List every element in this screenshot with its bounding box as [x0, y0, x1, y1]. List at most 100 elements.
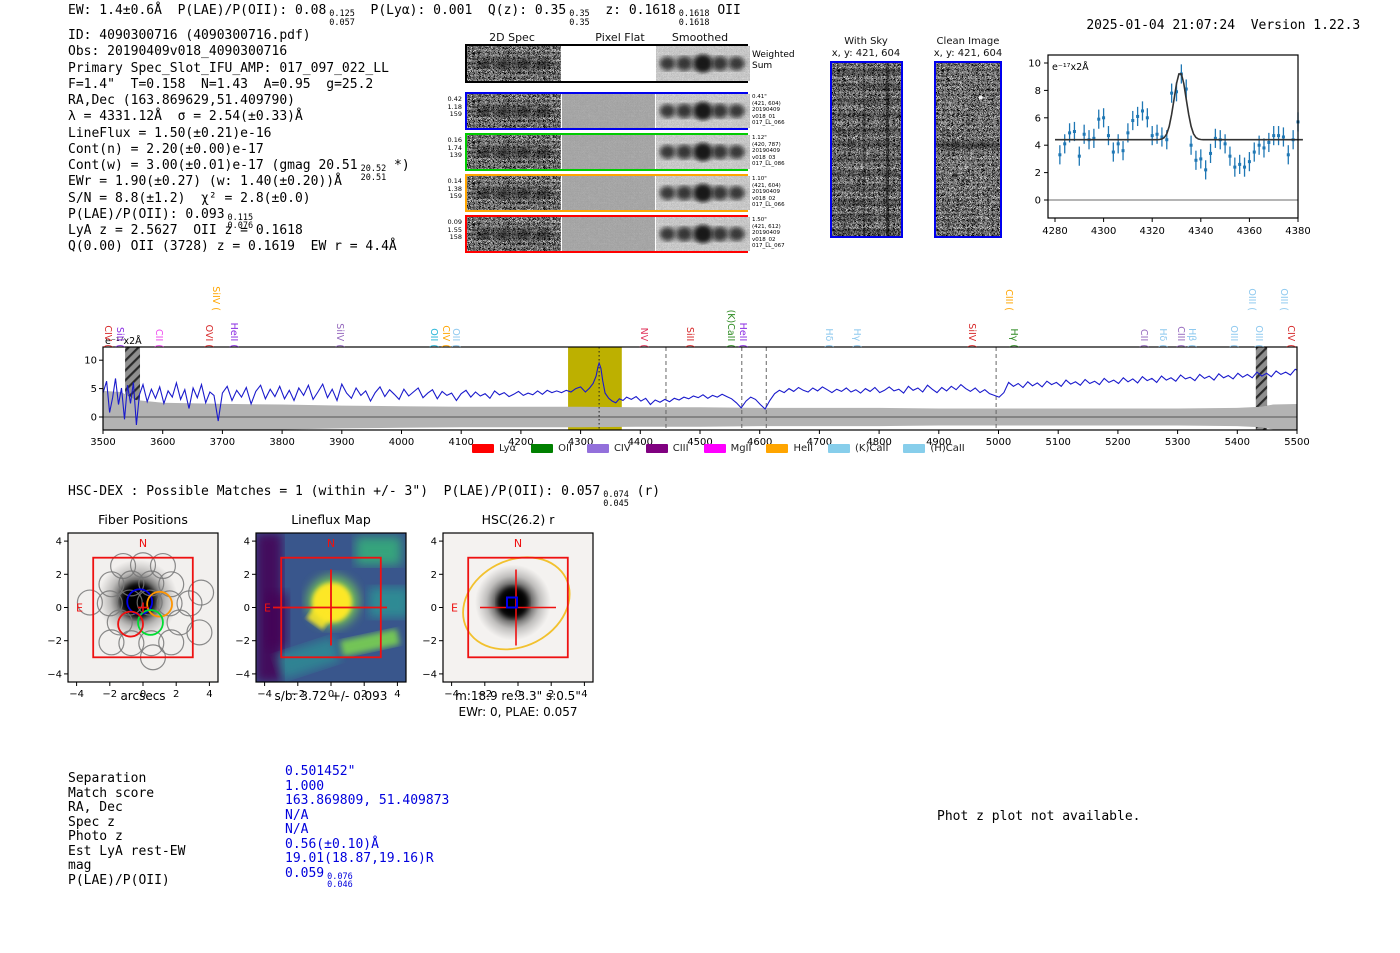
- cutout-row-left-labels: 0.421.18159: [434, 96, 462, 119]
- cutout-row: [465, 92, 748, 130]
- svg-text:2: 2: [244, 570, 250, 581]
- hsc-cutout-panel: −4−4−2−2002244NE: [415, 508, 605, 708]
- cutout-2dspec-image: [467, 46, 561, 81]
- svg-text:−4: −4: [47, 669, 62, 680]
- info-line: Primary Spec_Slot_IFU_AMP: 017_097_022_L…: [68, 61, 410, 77]
- value-range: 0.16180.1618: [679, 10, 710, 27]
- emission-line-label: Hδ (: [1157, 328, 1167, 348]
- info-line: Cont(w) = 3.00(±0.01)e-17 (gmag 20.5120.…: [68, 158, 410, 174]
- emission-line-label: Hγ (: [851, 329, 861, 349]
- match-table-value: 1.000: [285, 779, 324, 794]
- cutout-row-right-labels: 1.12"(420, 787)20190409v018_03017_LL_086: [752, 135, 802, 168]
- cutout-row-right-labels: 1.10"(421, 604)20190409v018_02017_LL_066: [752, 176, 802, 209]
- svg-text:E: E: [264, 602, 271, 615]
- emission-line-label: NV (: [638, 328, 648, 348]
- svg-text:10: 10: [85, 356, 97, 367]
- svg-text:2: 2: [173, 689, 179, 700]
- with-sky-title: With Skyx, y: 421, 604: [832, 36, 901, 60]
- cutout-row-left-labels: 0.141.38159: [434, 178, 462, 201]
- svg-text:0: 0: [56, 603, 62, 614]
- info-line: S/N = 8.8(±1.2) χ² = 2.8(±0.0): [68, 191, 410, 207]
- emission-line-label: OIII (: [1278, 288, 1288, 311]
- svg-text:4000: 4000: [389, 437, 414, 448]
- info-line: P(LAE)/P(OII): 0.0930.1150.076: [68, 207, 410, 223]
- svg-text:4: 4: [206, 689, 212, 700]
- svg-text:4280: 4280: [1042, 226, 1067, 237]
- legend-item: HeII: [766, 443, 813, 454]
- svg-text:3800: 3800: [269, 437, 294, 448]
- summary-header: EW: 1.4±0.6Å P(LAE)/P(OII): 0.080.1250.0…: [68, 3, 741, 27]
- match-table-label: mag: [68, 858, 91, 873]
- match-table-label: Est LyA rest-EW: [68, 844, 185, 859]
- svg-text:5100: 5100: [1045, 437, 1070, 448]
- cutout-title-2dspec: 2D Spec: [489, 31, 535, 44]
- elixer-report-page: EW: 1.4±0.6Å P(LAE)/P(OII): 0.080.1250.0…: [0, 0, 1400, 953]
- legend-swatch: [472, 444, 494, 453]
- svg-text:5500: 5500: [1284, 437, 1309, 448]
- cutout-title-smoothed: Smoothed: [672, 31, 728, 44]
- cutout-row-left-labels: 0.091.55158: [434, 219, 462, 242]
- svg-text:5300: 5300: [1165, 437, 1190, 448]
- svg-text:2: 2: [1035, 168, 1041, 179]
- svg-text:8: 8: [1035, 86, 1041, 97]
- clean-image-image: [934, 61, 1002, 238]
- match-table-label: P(LAE)/P(OII): [68, 873, 170, 888]
- svg-text:0: 0: [431, 603, 437, 614]
- legend-item: (H)CaII: [903, 443, 964, 454]
- svg-text:4380: 4380: [1285, 226, 1310, 237]
- emission-line-label: CIV (: [440, 325, 450, 348]
- svg-text:E: E: [76, 602, 83, 615]
- svg-text:N: N: [514, 537, 522, 550]
- emission-line-label: Hβ (: [1186, 328, 1196, 348]
- match-table-value: N/A: [285, 808, 308, 823]
- cutout-2dspec-image: [467, 217, 561, 251]
- match-table-value: 163.869809, 51.409873: [285, 793, 449, 808]
- svg-text:4360: 4360: [1237, 226, 1262, 237]
- with-sky-image: [830, 61, 903, 238]
- legend-swatch: [531, 444, 553, 453]
- cutout-smoothed-image: [656, 217, 750, 251]
- svg-text:3600: 3600: [150, 437, 175, 448]
- svg-text:4300: 4300: [1091, 226, 1116, 237]
- detection-info-block: ID: 4090300716 (4090300716.pdf)Obs: 2019…: [68, 28, 410, 256]
- svg-text:6: 6: [1035, 113, 1041, 124]
- cutout-pixelflat-image: [562, 94, 655, 128]
- svg-text:3700: 3700: [210, 437, 235, 448]
- emission-line-label: OIII (: [1246, 288, 1256, 311]
- match-table-label: Separation: [68, 771, 146, 786]
- fiber-positions-panel: −4−4−2−2002244NE: [40, 508, 230, 708]
- value-range: 0.350.35: [569, 10, 589, 27]
- weighted-sum-label: WeightedSum: [752, 50, 812, 71]
- legend-swatch: [903, 444, 925, 453]
- svg-text:−2: −2: [235, 636, 250, 647]
- emission-line-label: SiII (: [114, 327, 124, 348]
- svg-text:10: 10: [1028, 59, 1041, 70]
- svg-text:3500: 3500: [90, 437, 115, 448]
- match-table-label: RA, Dec: [68, 800, 123, 815]
- cutout-smoothed-image: [656, 46, 750, 81]
- svg-text:2: 2: [56, 570, 62, 581]
- svg-text:5200: 5200: [1105, 437, 1130, 448]
- clean-image-title: Clean Imagex, y: 421, 604: [934, 36, 1003, 60]
- cutout-row: [465, 174, 748, 212]
- match-table-value: 19.01(18.87,19.16)R: [285, 851, 434, 866]
- svg-text:N: N: [139, 537, 147, 550]
- match-table-value: 0.56(±0.10)Å: [285, 837, 379, 852]
- svg-text:4: 4: [56, 537, 62, 548]
- cutout-row-left-labels: 0.161.74139: [434, 137, 462, 160]
- cutout-pixelflat-image: [562, 46, 655, 81]
- value-range: 0.1250.057: [329, 10, 355, 27]
- svg-text:−4: −4: [422, 669, 437, 680]
- cutout-smoothed-image: [656, 135, 750, 169]
- info-line: LineFlux = 1.50(±0.21)e-16: [68, 126, 410, 142]
- svg-text:0: 0: [91, 413, 97, 424]
- svg-text:4: 4: [431, 537, 437, 548]
- legend-swatch: [587, 444, 609, 453]
- match-table-label: Photo z: [68, 829, 123, 844]
- cutout-row: [465, 133, 748, 171]
- emission-line-label: CIII (: [1175, 326, 1185, 348]
- info-line: Obs: 20190409v018_4090300716: [68, 44, 410, 60]
- cutout-smoothed-image: [656, 94, 750, 128]
- emission-line-label: HeII (: [737, 323, 747, 348]
- emission-line-label: CIV (: [102, 325, 112, 348]
